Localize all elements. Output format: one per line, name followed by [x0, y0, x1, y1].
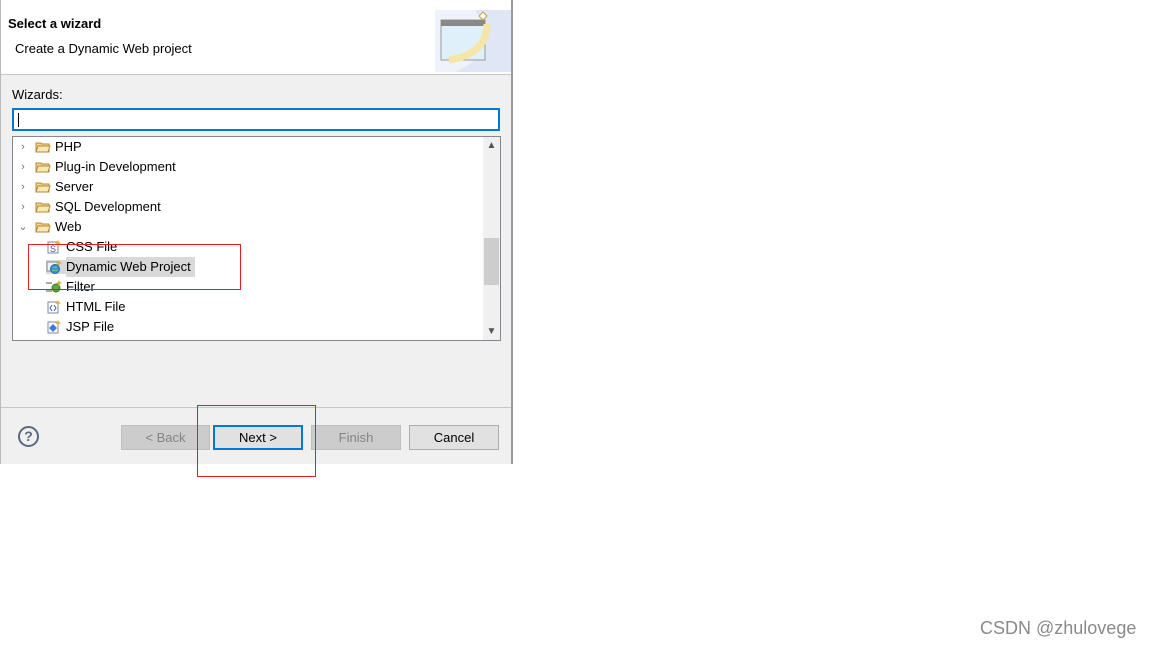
- chevron-down-icon[interactable]: ⌄: [17, 217, 29, 237]
- text-caret: [18, 113, 19, 127]
- tree-item-label: HTML File: [66, 299, 126, 314]
- wizards-label: Wizards:: [12, 87, 63, 102]
- scroll-thumb[interactable]: [484, 238, 499, 285]
- highlight-box-next: [197, 405, 316, 477]
- tree-item-label: PHP: [55, 139, 82, 154]
- folder-icon: [35, 200, 51, 214]
- scroll-up-icon[interactable]: ▲: [483, 137, 500, 154]
- cancel-button[interactable]: Cancel: [409, 425, 499, 450]
- wizard-tree[interactable]: ▲ ▼ › PHP › Plug-in Development › Server › SQL …: [12, 136, 501, 341]
- highlight-box-dynamic-web-project: [28, 244, 241, 290]
- help-icon[interactable]: ?: [18, 426, 39, 447]
- wizard-header: Select a wizard Create a Dynamic Web pro…: [1, 0, 511, 75]
- wizard-filter-input[interactable]: [12, 108, 500, 131]
- finish-button[interactable]: Finish: [311, 425, 401, 450]
- jsp-file-icon: [46, 320, 62, 334]
- tree-item-label: Web: [55, 219, 82, 234]
- wizard-dialog: Select a wizard Create a Dynamic Web pro…: [0, 0, 513, 464]
- tree-item[interactable]: HTML File: [46, 297, 125, 317]
- folder-icon: [35, 160, 51, 174]
- page-subtitle: Create a Dynamic Web project: [15, 41, 192, 56]
- watermark: CSDN @zhulovege: [980, 618, 1137, 638]
- chevron-right-icon[interactable]: ›: [17, 157, 29, 177]
- scroll-down-icon[interactable]: ▼: [483, 323, 500, 340]
- tree-item[interactable]: › SQL Development: [17, 197, 161, 217]
- tree-item-label: Plug-in Development: [55, 159, 176, 174]
- tree-item-label: SQL Development: [55, 199, 161, 214]
- tree-item[interactable]: › Plug-in Development: [17, 157, 176, 177]
- tree-item[interactable]: ⌄ Web: [17, 217, 82, 237]
- page-title: Select a wizard: [8, 16, 102, 31]
- html-file-icon: [46, 300, 62, 314]
- chevron-right-icon[interactable]: ›: [17, 137, 29, 157]
- folder-icon: [35, 140, 51, 154]
- folder-icon: [35, 180, 51, 194]
- tree-scrollbar[interactable]: ▲ ▼: [483, 137, 500, 340]
- wizard-banner-icon: [435, 10, 511, 72]
- tree-item[interactable]: › PHP: [17, 137, 82, 157]
- tree-item-label: JSP File: [66, 319, 115, 334]
- folder-icon: [35, 220, 51, 234]
- chevron-right-icon[interactable]: ›: [17, 197, 29, 217]
- chevron-right-icon[interactable]: ›: [17, 177, 29, 197]
- tree-item-label: Server: [55, 179, 94, 194]
- tree-item[interactable]: JSP File: [46, 317, 114, 337]
- tree-item[interactable]: › Server: [17, 177, 93, 197]
